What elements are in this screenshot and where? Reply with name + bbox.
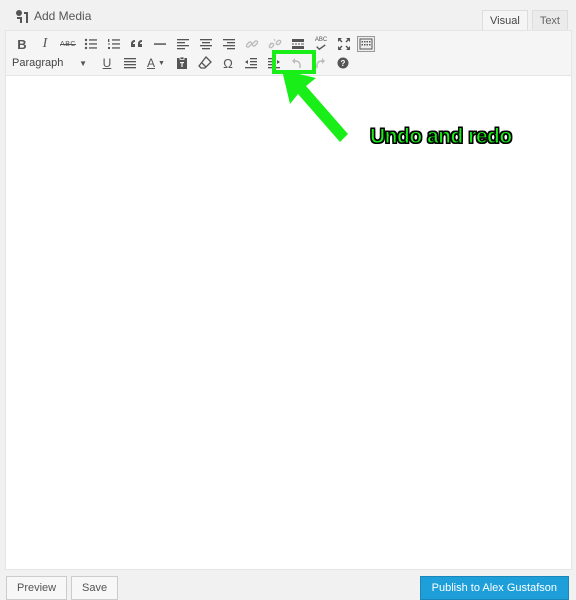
numbered-list-button[interactable]	[104, 34, 124, 54]
underline-icon: U	[102, 56, 112, 70]
add-media-label: Add Media	[34, 9, 92, 23]
bulleted-list-icon	[84, 38, 97, 50]
justify-icon	[124, 58, 136, 69]
clear-formatting-button[interactable]	[195, 53, 215, 73]
clear-formatting-icon	[198, 56, 212, 69]
editor-tabs: Visual Text	[482, 10, 568, 31]
chevron-down-icon: ▼	[79, 58, 87, 68]
paste-as-text-icon	[177, 56, 187, 69]
toolbar-toggle-button[interactable]	[357, 36, 375, 52]
insert-link-button[interactable]	[242, 34, 262, 54]
justify-button[interactable]	[120, 53, 140, 73]
fullscreen-icon	[338, 38, 350, 50]
numbered-list-icon	[108, 39, 120, 49]
paragraph-format-select[interactable]: Paragraph ▼	[12, 55, 91, 71]
italic-button[interactable]: I	[35, 34, 55, 54]
fullscreen-button[interactable]	[334, 34, 354, 54]
horizontal-line-button[interactable]	[150, 34, 170, 54]
align-left-icon	[177, 39, 189, 50]
toolbar-toggle-icon	[359, 38, 373, 50]
outdent-button[interactable]	[241, 53, 261, 73]
svg-text:?: ?	[341, 59, 346, 68]
media-icon	[16, 10, 28, 23]
toolbar-row-1: B I ABC ABC	[12, 34, 378, 54]
paragraph-select-label: Paragraph	[12, 57, 64, 69]
remove-link-icon	[268, 38, 282, 49]
blockquote-button[interactable]	[127, 34, 147, 54]
underline-button[interactable]: U	[97, 53, 117, 73]
align-left-button[interactable]	[173, 34, 193, 54]
text-color-icon: A	[147, 56, 156, 70]
blockquote-icon	[131, 40, 142, 47]
text-color-button[interactable]: A ▼	[143, 53, 169, 73]
strikethrough-icon: ABC	[60, 40, 76, 48]
align-right-icon	[223, 39, 235, 50]
read-more-icon	[292, 39, 304, 49]
tab-text[interactable]: Text	[531, 10, 568, 31]
insert-link-icon	[245, 40, 259, 48]
bold-icon: B	[17, 36, 27, 52]
save-button[interactable]: Save	[71, 576, 119, 600]
annotation-label: Undo and redo	[370, 125, 513, 149]
text-color-dropdown-icon: ▼	[158, 59, 165, 67]
help-icon: ?	[337, 57, 349, 69]
publish-button[interactable]: Publish to Alex Gustafson	[419, 576, 569, 600]
align-right-button[interactable]	[219, 34, 239, 54]
add-media-button[interactable]: Add Media	[14, 8, 91, 24]
tab-visual[interactable]: Visual	[482, 10, 528, 31]
special-character-button[interactable]: Ω	[218, 53, 238, 73]
preview-button[interactable]: Preview	[6, 576, 68, 600]
annotation-arrow-icon	[282, 70, 348, 142]
bold-button[interactable]: B	[12, 34, 32, 54]
bulleted-list-button[interactable]	[81, 34, 101, 54]
spellcheck-label: ABC	[314, 37, 328, 43]
italic-icon: I	[42, 36, 48, 51]
strikethrough-button[interactable]: ABC	[58, 34, 78, 54]
special-character-icon: Ω	[223, 55, 233, 71]
align-center-icon	[200, 39, 212, 50]
outdent-icon	[245, 58, 257, 69]
paste-as-text-button[interactable]	[172, 53, 192, 73]
spellcheck-icon	[316, 44, 326, 51]
horizontal-line-icon	[154, 43, 166, 45]
align-center-button[interactable]	[196, 34, 216, 54]
